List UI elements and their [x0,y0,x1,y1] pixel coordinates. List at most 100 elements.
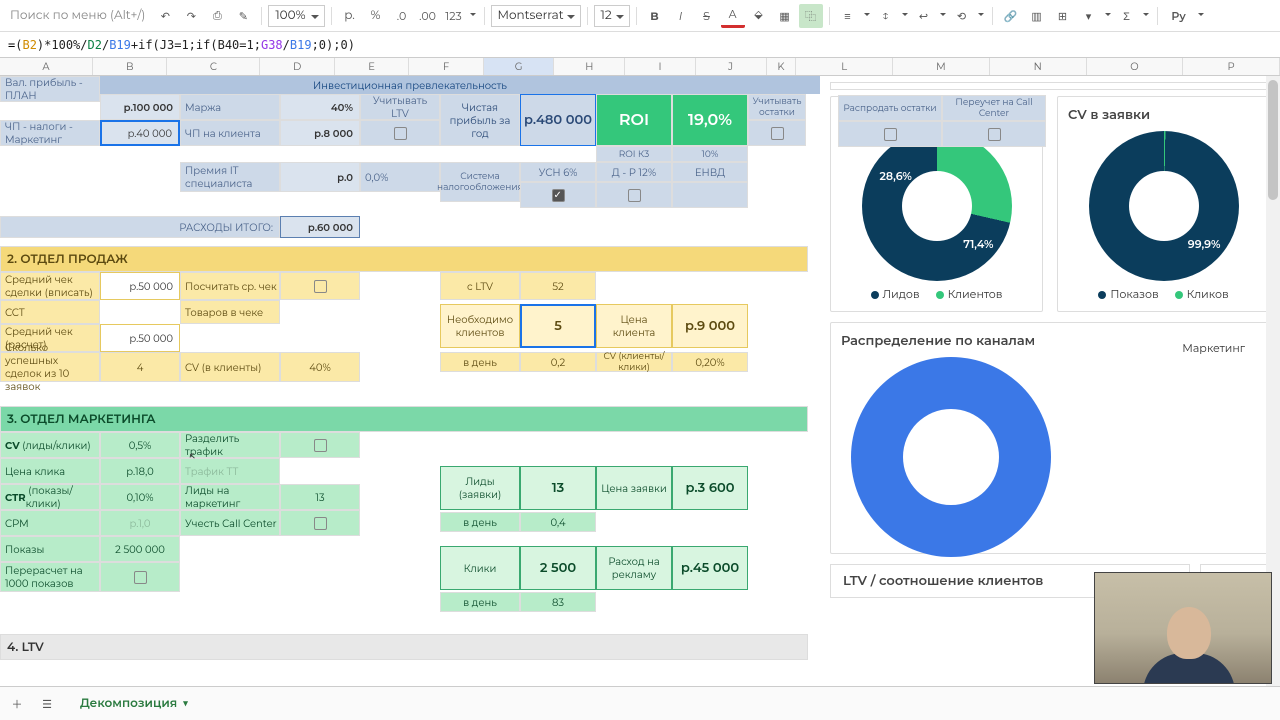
label-avg-deal: Средний чек сделки (вписать) [0,272,100,300]
merge-cells-icon[interactable]: ⿻ [799,4,823,28]
val-impressions[interactable]: 2 500 000 [100,536,180,562]
val-it-bonus[interactable]: р.0 [280,162,360,192]
script-button[interactable]: Py [1164,4,1194,28]
val-cv-kk[interactable]: 0,20% [672,352,748,372]
calc-avg-checkbox[interactable] [280,272,360,300]
recalc1000-checkbox[interactable] [100,562,180,592]
zoom-select[interactable]: 100% [268,5,324,27]
consider-cc-checkbox[interactable] [280,510,360,536]
col-I[interactable]: I [625,58,696,75]
label-calc-avg: Посчитать ср. чек [180,272,280,300]
col-J[interactable]: J [696,58,767,75]
mkt-header: 3. ОТДЕЛ МАРКЕТИНГА [0,406,808,432]
val-lead-price[interactable]: р.3 600 [672,466,748,510]
all-sheets-icon[interactable]: ☰ [36,693,58,715]
h-align-icon[interactable]: ≡ [836,4,860,28]
link-icon[interactable]: 🔗 [999,4,1023,28]
fill-color-button[interactable]: ⬙ [747,4,771,28]
text-color-button[interactable]: A [721,4,745,28]
col-C[interactable]: C [167,58,260,75]
val-clicks-box[interactable]: 2 500 [520,546,596,590]
col-P[interactable]: P [1183,58,1280,75]
val-avg-calc[interactable]: р.50 000 [100,324,180,352]
col-E[interactable]: E [335,58,409,75]
col-N[interactable]: N [990,58,1087,75]
format-dropdown-icon[interactable] [468,4,478,28]
recalc-cc-checkbox[interactable] [942,121,1046,147]
label-ad-spend: Расход на рекламу [596,546,672,590]
bold-button[interactable]: B [643,4,667,28]
spreadsheet-grid[interactable]: Инвестиционная превлекательность Вал. пр… [0,76,820,686]
val-it-bonus-pct[interactable]: 0,0% [360,162,440,192]
wrap-icon[interactable]: ↩ [912,4,936,28]
val-leads-box[interactable]: 13 [520,466,596,510]
col-M[interactable]: M [893,58,990,75]
paint-format-icon[interactable]: ✎ [231,4,255,28]
val-ad-spend[interactable]: р.45 000 [672,546,748,590]
label-total-exp: РАСХОДЫ ИТОГО: [0,216,280,238]
filter-icon[interactable]: ▾ [1077,4,1101,28]
split-traf-checkbox[interactable] [280,432,360,458]
v-align-icon[interactable]: ↕ [874,4,898,28]
ltv-checkbox[interactable] [360,120,440,146]
val-cv-leads[interactable]: 0,5% [100,432,180,458]
more-formats[interactable]: 123 [442,4,466,28]
font-size-select[interactable]: 12 [594,5,630,27]
val-gross-plan[interactable]: р.100 000 [100,94,180,120]
strike-button[interactable]: S [695,4,719,28]
usn-checkbox[interactable] [520,182,596,208]
val-click-price[interactable]: р.18,0 [100,458,180,484]
val-mkt-perday2[interactable]: 83 [520,592,596,612]
active-cell[interactable]: р.40 000 [100,120,180,146]
val-margin[interactable]: 40% [280,94,360,120]
sell-rest-checkbox[interactable] [838,121,942,147]
col-G[interactable]: G [484,58,555,75]
val-avg-deal[interactable]: р.50 000 [100,272,180,300]
font-select[interactable]: Montserrat [491,5,581,27]
sheet-tab-active[interactable]: Декомпозиция ▾ [66,690,202,717]
val-np-client[interactable]: р.8 000 [280,120,360,146]
col-B[interactable]: B [93,58,167,75]
label-succ10: Сколько успешных сделок из 10 заявок [0,352,100,382]
consider-rest-checkbox[interactable] [748,120,806,146]
d12-checkbox[interactable] [596,182,672,208]
val-mkt-perday1[interactable]: 0,4 [520,512,596,532]
decrease-decimal[interactable]: .0 [390,4,414,28]
rotate-icon[interactable]: ⟲ [950,4,974,28]
insert-chart-icon[interactable]: ▥ [1025,4,1049,28]
val-leads-mkt[interactable]: 13 [280,484,360,510]
add-sheet-icon[interactable]: ＋ [6,693,28,715]
currency-format[interactable]: р. [338,4,362,28]
val-succ10[interactable]: 4 [100,352,180,382]
col-A[interactable]: A [0,58,93,75]
percent-format[interactable]: % [364,4,388,28]
formula-bar[interactable]: =(B2)*100%/D2/B19+if(J3=1;if(B40=1;G38/B… [0,32,1280,58]
val-per-day[interactable]: 0,2 [520,352,596,372]
italic-button[interactable]: I [669,4,693,28]
val-cv-clients[interactable]: 40% [280,352,360,382]
val-with-ltv[interactable]: 52 [520,272,596,300]
col-L[interactable]: L [796,58,893,75]
val-need-clients[interactable]: 5 [520,304,596,348]
col-F[interactable]: F [409,58,483,75]
val-total-exp[interactable]: р.60 000 [280,216,360,238]
menu-search[interactable]: Поиск по меню (Alt+/) [4,8,151,23]
undo-icon[interactable]: ↶ [153,4,177,28]
print-icon[interactable]: ⎙ [205,4,229,28]
val-cpm[interactable]: р.1,0 [100,510,180,536]
roi-value[interactable]: 19,0% [672,94,748,146]
functions-icon[interactable]: Σ [1115,4,1139,28]
insert-comment-icon[interactable]: ⊞ [1051,4,1075,28]
borders-icon[interactable]: ▦ [773,4,797,28]
label-client-price: Цена клиента [596,304,672,348]
col-K[interactable]: K [767,58,797,75]
col-D[interactable]: D [260,58,334,75]
increase-decimal[interactable]: .00 [416,4,440,28]
val-ctr[interactable]: 0,10% [100,484,180,510]
val-roi-k3: 10% [672,146,748,162]
val-client-price[interactable]: р.9 000 [672,304,748,348]
val-net-year[interactable]: р.480 000 [520,94,596,146]
col-H[interactable]: H [554,58,625,75]
redo-icon[interactable]: ↷ [179,4,203,28]
col-O[interactable]: O [1087,58,1184,75]
